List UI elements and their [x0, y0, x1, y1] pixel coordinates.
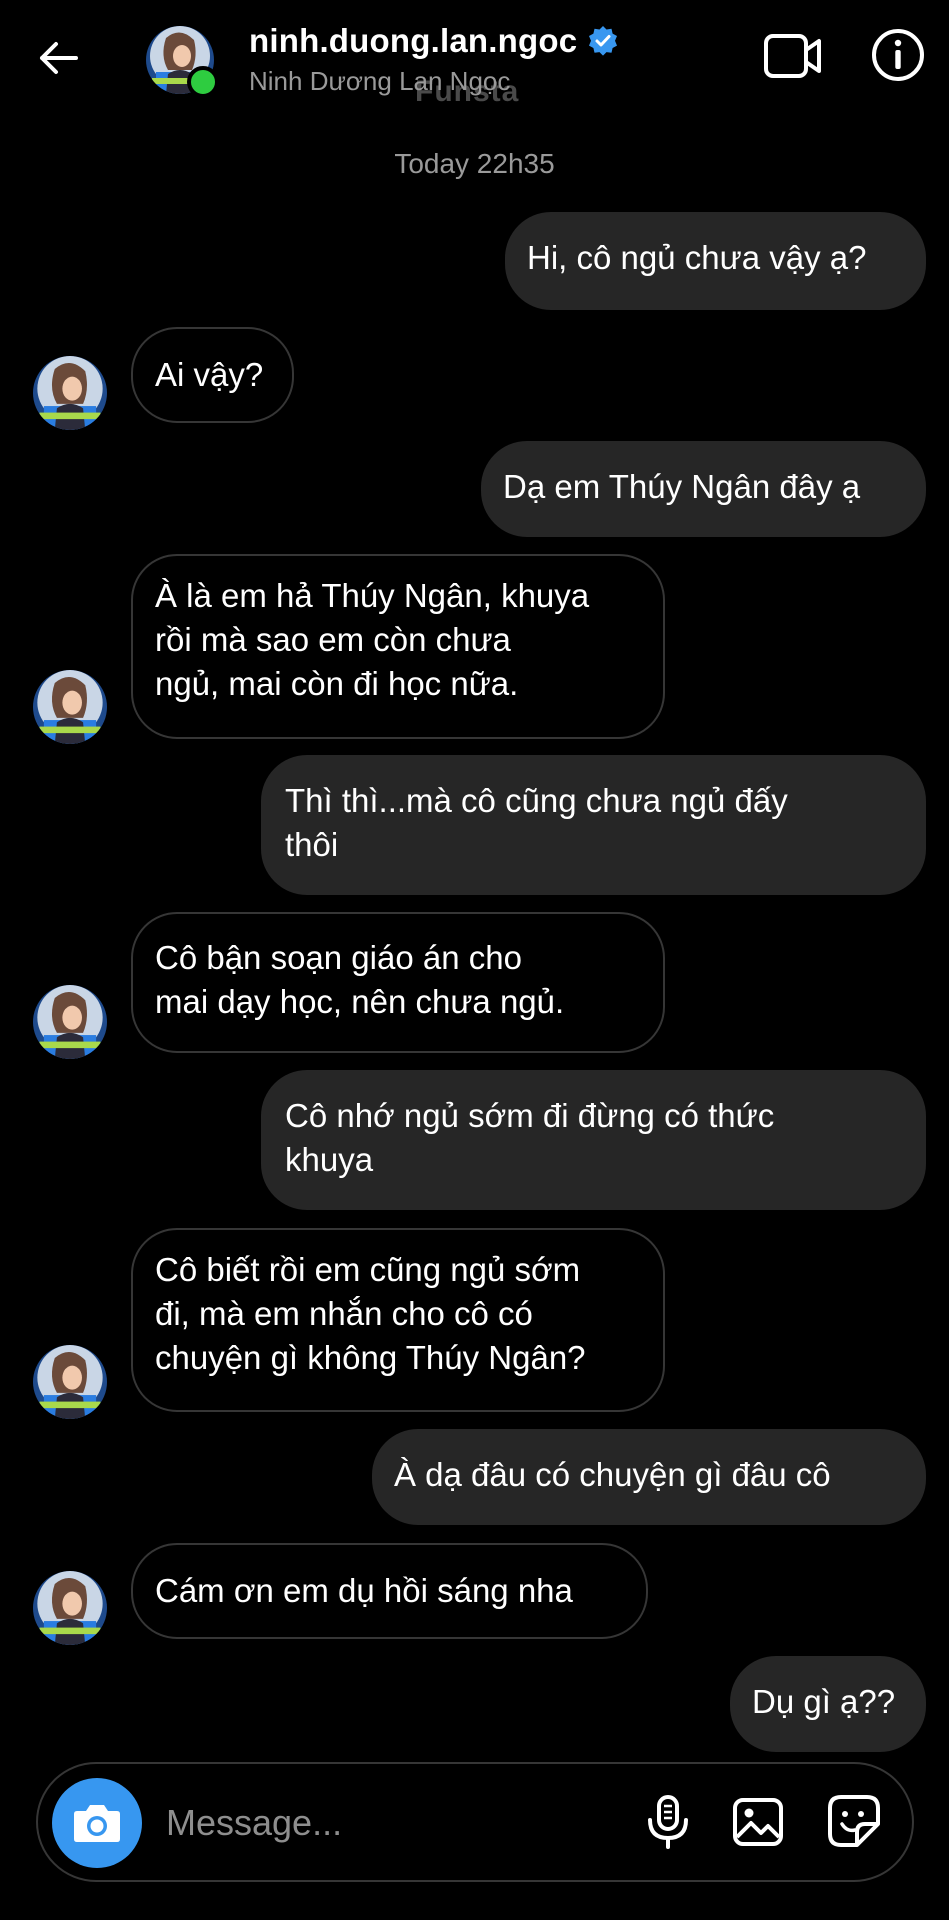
verified-badge-icon: [589, 26, 618, 56]
username-row[interactable]: ninh.duong.lan.ngoc: [249, 20, 619, 62]
sticker-button[interactable]: [824, 1790, 884, 1852]
sticker-icon: [828, 1795, 880, 1847]
message-line: Cô bận soạn giáo án cho: [155, 939, 522, 976]
received-message[interactable]: À là em hả Thúy Ngân, khuya rồi mà sao e…: [131, 554, 665, 739]
chat-header: ninh.duong.lan.ngoc Funsta Ninh Dương La…: [0, 0, 949, 118]
message-line: khuya: [285, 1141, 374, 1178]
info-icon: [872, 29, 924, 81]
sender-avatar[interactable]: [33, 1345, 107, 1419]
voice-message-button[interactable]: [638, 1792, 698, 1852]
message-line: mai dạy học, nên chưa ngủ.: [155, 983, 565, 1020]
online-status-dot: [187, 66, 219, 98]
video-camera-icon: [764, 34, 821, 78]
message-line: rồi mà sao em còn chưa: [155, 621, 511, 658]
message-text: Hi, cô ngủ chưa vậy ạ?: [527, 239, 867, 276]
received-message[interactable]: Ai vậy?: [131, 327, 294, 423]
message-line: Thì thì...mà cô cũng chưa ngủ đấy: [285, 782, 788, 819]
message-composer: [36, 1762, 914, 1882]
received-message[interactable]: Cô biết rồi em cũng ngủ sớm đi, mà em nh…: [131, 1228, 665, 1412]
message-text: Dụ gì ạ??: [752, 1683, 896, 1720]
message-line: ngủ, mai còn đi học nữa.: [155, 665, 519, 702]
image-icon: [733, 1798, 783, 1846]
message-input[interactable]: [164, 1792, 638, 1854]
sender-avatar[interactable]: [33, 670, 107, 744]
message-line: Cô nhớ ngủ sớm đi đừng có thức: [285, 1097, 775, 1134]
arrow-left-icon: [40, 42, 78, 74]
sender-avatar[interactable]: [33, 985, 107, 1059]
sent-message[interactable]: À dạ đâu có chuyện gì đâu cô: [372, 1429, 926, 1525]
message-text: Ai vậy?: [155, 356, 264, 393]
sent-message[interactable]: Dạ em Thúy Ngân đây ạ: [481, 441, 926, 537]
message-line: thôi: [285, 826, 339, 863]
message-text: Cám ơn em dụ hồi sáng nha: [155, 1572, 573, 1609]
sender-avatar[interactable]: [33, 1571, 107, 1645]
received-message[interactable]: Cô bận soạn giáo án cho mai dạy học, nên…: [131, 912, 665, 1053]
message-line: Cô biết rồi em cũng ngủ sớm: [155, 1251, 581, 1288]
message-line: đi, mà em nhắn cho cô có: [155, 1295, 533, 1332]
message-timestamp: Today 22h35: [394, 148, 555, 179]
sender-avatar[interactable]: [33, 356, 107, 430]
microphone-icon: [648, 1795, 688, 1849]
sent-message[interactable]: Thì thì...mà cô cũng chưa ngủ đấy thôi: [261, 755, 926, 895]
sent-message[interactable]: Hi, cô ngủ chưa vậy ạ?: [505, 212, 926, 310]
message-line: À là em hả Thúy Ngân, khuya: [155, 577, 590, 614]
video-call-button[interactable]: [762, 28, 824, 84]
full-name: Ninh Dương Lan Ngọc: [249, 66, 511, 96]
message-text: Dạ em Thúy Ngân đây ạ: [503, 468, 861, 505]
camera-icon: [74, 1805, 120, 1842]
message-text: À dạ đâu có chuyện gì đâu cô: [394, 1456, 831, 1493]
sent-message[interactable]: Cô nhớ ngủ sớm đi đừng có thức khuya: [261, 1070, 926, 1210]
info-button[interactable]: [870, 27, 926, 83]
back-button[interactable]: [30, 30, 86, 86]
received-message[interactable]: Cám ơn em dụ hồi sáng nha: [131, 1543, 648, 1639]
camera-button[interactable]: [52, 1778, 142, 1868]
sent-message[interactable]: Dụ gì ạ??: [730, 1656, 926, 1752]
message-line: chuyện gì không Thúy Ngân?: [155, 1339, 586, 1376]
username: ninh.duong.lan.ngoc: [249, 22, 578, 59]
gallery-button[interactable]: [728, 1792, 788, 1852]
